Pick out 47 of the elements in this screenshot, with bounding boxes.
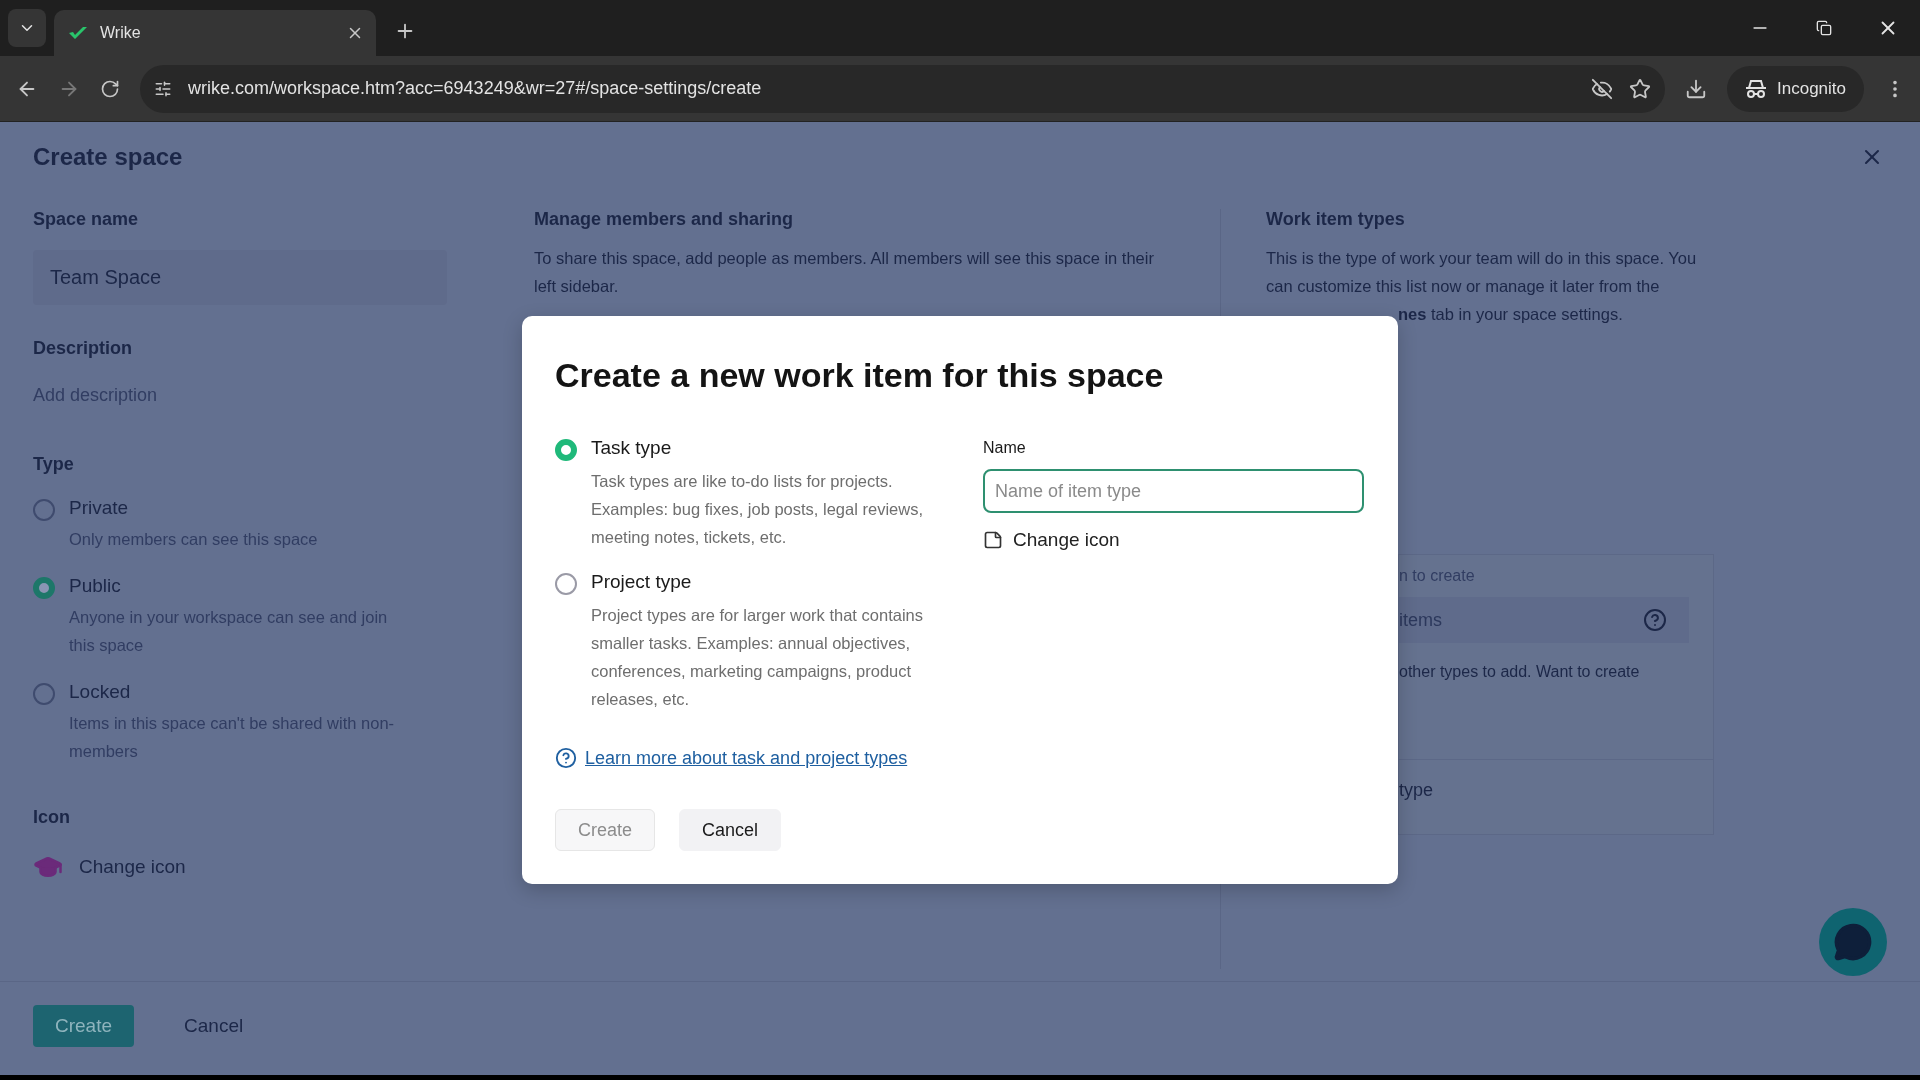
help-link[interactable]: Learn more about task and project types: [555, 747, 908, 769]
change-icon-link[interactable]: Change icon: [983, 529, 1364, 551]
page-title: Create space: [33, 143, 183, 171]
site-settings-icon[interactable]: [154, 79, 172, 98]
field-label: Type: [33, 454, 75, 475]
option-label: Project type: [591, 571, 693, 593]
section-description: nes tab in your space settings.: [1398, 304, 1624, 325]
tab-search-button[interactable]: [8, 9, 46, 47]
field-label: Name: [983, 439, 1027, 457]
download-icon[interactable]: [1685, 77, 1707, 100]
incognito-button[interactable]: Incognito: [1727, 65, 1864, 112]
option-label: Public: [69, 575, 122, 597]
section-heading: Work item types: [1266, 209, 1406, 230]
hat-glasses-icon: [1745, 78, 1767, 99]
star-icon[interactable]: [1629, 77, 1651, 100]
radio-button[interactable]: [555, 439, 577, 461]
note-icon: [983, 530, 1003, 550]
section-description: To share this space, add people as members. All members will see this space in their left sidebar.: [534, 248, 1155, 297]
help-icon[interactable]: [1643, 608, 1667, 632]
option-label: Private: [69, 497, 130, 519]
field-label: Space name: [33, 209, 140, 230]
browser-tab[interactable]: Wrike: [54, 10, 376, 56]
add-type-link[interactable]: type: [1399, 759, 1713, 801]
card-text: other types to add. Want to create: [1399, 663, 1641, 681]
field-label: Icon: [33, 807, 71, 828]
radio-button[interactable]: [33, 577, 55, 599]
help-icon: [555, 747, 577, 769]
radio-button[interactable]: [33, 683, 55, 705]
space-name-field[interactable]: Team Space: [33, 250, 447, 305]
radio-button[interactable]: [555, 573, 577, 595]
checkmark-logo-icon: [68, 25, 88, 41]
reload-icon[interactable]: [100, 78, 120, 99]
option-description: Task types are like to-do lists for projects. Examples: bug fixes, job posts, legal reviews, meeting notes, tickets, etc.: [591, 471, 924, 548]
cancel-button[interactable]: Cancel: [162, 1004, 266, 1047]
dialog-title: Create a new work item for this space: [555, 356, 1165, 395]
change-icon-link[interactable]: Change icon: [79, 856, 186, 878]
option-label: Task type: [591, 437, 673, 459]
eye-off-icon[interactable]: [1591, 77, 1613, 100]
radio-button[interactable]: [33, 499, 55, 521]
name-input-field[interactable]: Name of item type: [983, 469, 1364, 513]
cancel-button[interactable]: Cancel: [679, 809, 782, 851]
option-label: Locked: [69, 681, 132, 703]
section-heading: Manage members and sharing: [534, 209, 795, 230]
create-button[interactable]: Create: [33, 1004, 135, 1047]
address-bar[interactable]: wrike.com/workspace.htm?acc=6943249&wr=27#/space-settings/create: [140, 64, 1665, 113]
option-description: Project types are for larger work that contains smaller tasks. Examples: annual objectives, conferences, marketing campaigns, product releases, etc.: [591, 605, 924, 710]
field-label: Description: [33, 338, 134, 359]
